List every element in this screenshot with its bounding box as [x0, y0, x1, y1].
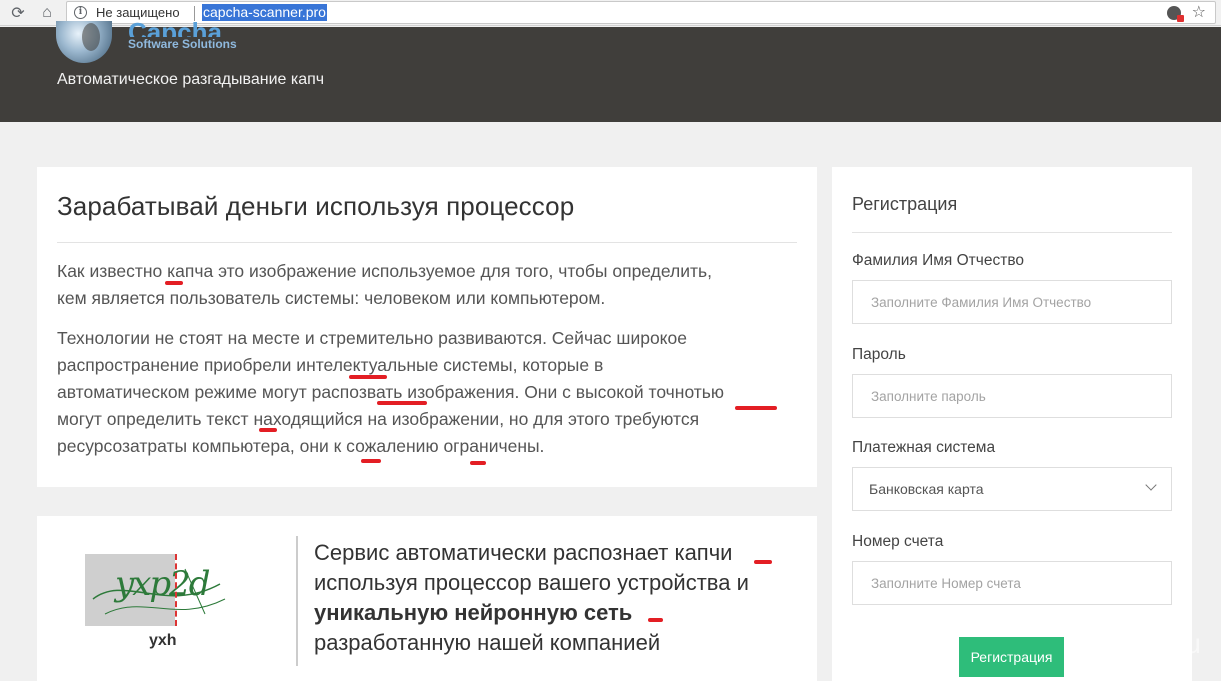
translate-blocked-icon[interactable] — [1167, 6, 1184, 22]
password-label: Пароль — [852, 346, 906, 363]
paragraph-line: распространение приобрели интелектуальны… — [57, 355, 604, 375]
service-card: yxp2d yxh Сервис автоматически распознае… — [37, 516, 817, 681]
payment-selected-value: Банковская карта — [869, 481, 984, 497]
bold-text: уникальную нейронную сеть — [314, 600, 633, 625]
error-mark — [648, 618, 663, 622]
paragraph-line: автоматическом режиме могут распозвать и… — [57, 382, 725, 402]
reload-icon[interactable]: ⟳ — [8, 3, 28, 23]
payment-select[interactable]: Банковская карта — [852, 467, 1172, 511]
captcha-text: yxp2d — [115, 564, 211, 604]
bookmark-star-icon[interactable]: ☆ — [1192, 2, 1206, 22]
logo-word[interactable]: Capcha — [128, 17, 222, 37]
watermark: 10 . . u — [1115, 628, 1201, 659]
chevron-down-icon — [1145, 479, 1157, 491]
article-title: Зарабатывай деньги используя процессор — [57, 191, 575, 221]
article-paragraph-1: Как известно капча это изображение испол… — [57, 258, 802, 312]
site-header: Capcha Software Solutions Автоматическое… — [0, 17, 1221, 122]
captcha-answer: yxh — [149, 632, 177, 649]
paragraph-line: могут определить текст находящийся на из… — [57, 409, 700, 429]
address-bar[interactable]: i Не защищено capcha-scanner.pro ☆ — [66, 1, 1216, 24]
paragraph-line: ресурсозатраты компьютера, они к сожален… — [57, 436, 545, 456]
service-line-bold: уникальную нейронную сеть — [314, 598, 794, 628]
captcha-cut-line — [175, 554, 177, 626]
info-icon[interactable]: i — [74, 6, 87, 19]
article-card: Зарабатывай деньги используя процессор К… — [37, 167, 817, 487]
error-mark — [735, 406, 777, 410]
paragraph-line: кем является пользователь системы: челов… — [57, 288, 606, 308]
fio-input[interactable] — [852, 280, 1172, 324]
error-mark — [470, 461, 486, 465]
error-mark — [165, 281, 183, 285]
service-description: Сервис автоматически распознает капчи ис… — [314, 538, 794, 658]
password-input[interactable] — [852, 374, 1172, 418]
logo-subtitle: Software Solutions — [128, 37, 237, 51]
error-mark — [377, 401, 427, 405]
error-mark — [754, 560, 772, 564]
account-label: Номер счета — [852, 533, 944, 550]
service-line: используя процессор вашего устройства и — [314, 570, 749, 595]
divider — [852, 232, 1172, 233]
registration-title: Регистрация — [852, 194, 958, 214]
service-line: разработанную нашей компанией — [314, 630, 661, 655]
home-icon[interactable]: ⌂ — [37, 3, 57, 23]
captcha-image: yxp2d — [85, 554, 227, 626]
error-mark — [259, 428, 277, 432]
logo-icon[interactable] — [56, 21, 112, 63]
registration-card: Регистрация Фамилия Имя Отчество Пароль … — [832, 167, 1192, 681]
site-tagline: Автоматическое разгадывание капч — [57, 71, 325, 88]
account-input[interactable] — [852, 561, 1172, 605]
article-paragraph-2: Технологии не стоят на месте и стремител… — [57, 325, 802, 460]
payment-label: Платежная система — [852, 439, 996, 456]
register-button[interactable]: Регистрация — [959, 637, 1064, 677]
vertical-divider — [296, 536, 298, 666]
service-line: Сервис автоматически распознает капчи — [314, 540, 733, 565]
paragraph-line: Технологии не стоят на месте и стремител… — [57, 328, 687, 348]
divider — [57, 242, 797, 243]
error-mark — [361, 459, 381, 463]
error-mark — [349, 375, 387, 379]
fio-label: Фамилия Имя Отчество — [852, 252, 1024, 269]
